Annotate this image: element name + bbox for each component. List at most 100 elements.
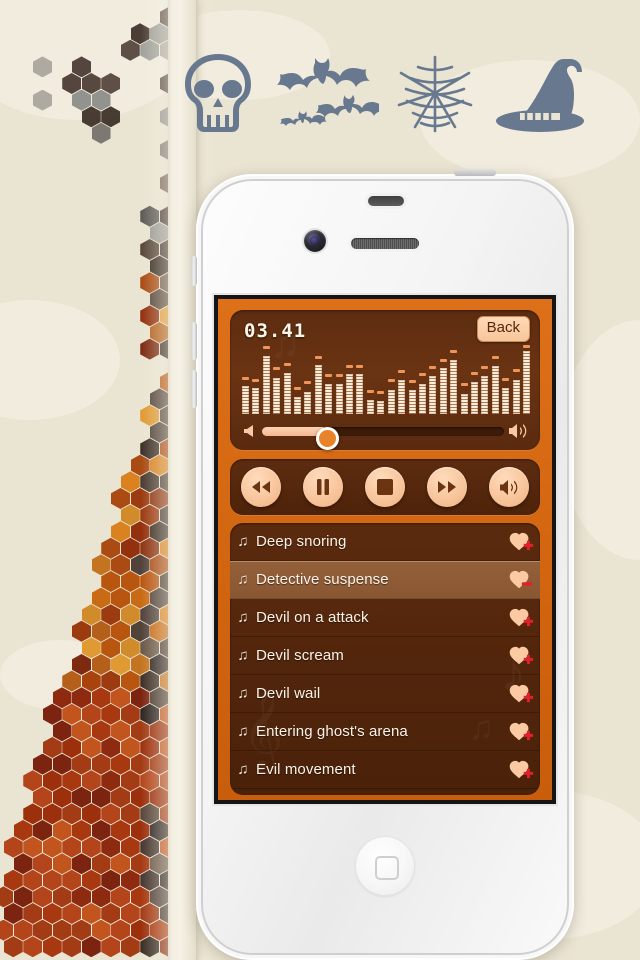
forward-icon [437, 480, 457, 494]
equalizer-bar [460, 348, 468, 414]
equalizer-bar-fill [387, 389, 395, 414]
equalizer-peak-marker [512, 369, 520, 373]
equalizer-peak-marker [429, 366, 437, 370]
slider-track[interactable] [262, 426, 504, 450]
witch-hat-icon [490, 51, 590, 137]
equalizer-peak-marker [408, 379, 416, 383]
volume-slider[interactable] [242, 422, 530, 450]
heart-icon [509, 532, 534, 550]
equalizer-peak-marker [481, 366, 489, 370]
equalizer-peak-marker [273, 367, 281, 371]
volume-up-button[interactable] [191, 322, 197, 360]
equalizer-bar [346, 348, 354, 414]
equalizer-peak-marker [366, 389, 374, 393]
equalizer-bar-fill [242, 386, 249, 414]
pause-button[interactable] [303, 467, 343, 507]
home-square-icon [375, 856, 399, 880]
equalizer-bar-fill [398, 379, 406, 414]
equalizer-bar-fill [450, 359, 458, 414]
equalizer-bar [262, 346, 270, 414]
equalizer-bar-fill [481, 376, 489, 414]
equalizer-peak-marker [460, 383, 468, 387]
equalizer-peak-marker [387, 379, 395, 383]
equalizer-bar-fill [346, 374, 354, 414]
equalizer-bar [366, 348, 374, 414]
rewind-icon [251, 480, 271, 494]
track-row[interactable]: ♫ Entering ghost's arena [230, 713, 540, 751]
equalizer-peak-marker [377, 391, 385, 395]
stop-button[interactable] [365, 467, 405, 507]
equalizer-peak-marker [502, 378, 510, 381]
favorite-add-button[interactable] [500, 720, 540, 744]
equalizer-bar-fill [304, 391, 312, 414]
transport-controls [230, 459, 540, 515]
equalizer-peak-marker [314, 355, 322, 359]
music-note-icon: ♫ [237, 723, 249, 740]
track-title: Devil wail [256, 685, 321, 702]
stop-icon [377, 479, 393, 495]
equalizer-bar [418, 348, 426, 414]
equalizer-bar-fill [512, 379, 520, 414]
equalizer-bar-fill [460, 393, 468, 414]
track-row[interactable]: ♫ Devil scream [230, 637, 540, 675]
equalizer-bar-fill [429, 375, 437, 414]
favorite-add-button[interactable] [500, 758, 540, 782]
favorite-remove-button[interactable] [500, 568, 540, 592]
playback-timer: 03.41 [244, 320, 307, 342]
equalizer-bar [387, 348, 395, 414]
equalizer-bar-fill [356, 374, 364, 414]
heart-icon [509, 684, 534, 702]
favorite-add-button[interactable] [500, 530, 540, 554]
volume-down-button[interactable] [191, 370, 197, 408]
power-button[interactable] [454, 169, 496, 176]
equalizer-bar-fill [502, 388, 510, 414]
halloween-icon-row [180, 38, 590, 150]
track-row[interactable]: ♫ Detective suspense [230, 561, 540, 599]
track-title: Entering ghost's arena [256, 723, 408, 740]
equalizer-bar [502, 348, 510, 414]
phone-screen: ♫ ♪ 03.41 Back [218, 299, 552, 800]
track-title: Deep snoring [256, 533, 347, 550]
track-list[interactable]: 𝄞 ♫ ♪ ♫Deep snoring♫Detective suspense♫D… [230, 523, 540, 795]
music-note-icon: ♫ [237, 685, 249, 702]
slider-knob[interactable] [316, 426, 340, 450]
equalizer-peak-marker [346, 364, 354, 368]
mute-switch[interactable] [191, 256, 197, 286]
rewind-button[interactable] [241, 467, 281, 507]
track-title: Devil on a attack [256, 609, 369, 626]
heart-icon [509, 760, 534, 778]
back-button[interactable]: Back [476, 316, 530, 342]
track-row[interactable]: ♫ Evil movement [230, 751, 540, 789]
equalizer-peak-marker [470, 372, 478, 376]
equalizer-peak-marker [262, 346, 270, 350]
front-camera-icon [304, 230, 326, 252]
equalizer-bar [512, 348, 520, 414]
bats-icon [269, 51, 380, 137]
equalizer-bar [429, 348, 437, 414]
equalizer-bar-fill [408, 390, 416, 414]
track-title: Detective suspense [256, 571, 389, 588]
equalizer-peak-marker [356, 364, 364, 368]
volume-button[interactable] [489, 467, 529, 507]
equalizer-bar-fill [262, 355, 270, 414]
favorite-add-button[interactable] [500, 682, 540, 706]
track-row[interactable]: ♫ Devil on a attack [230, 599, 540, 637]
equalizer-bar [377, 348, 385, 414]
music-note-icon: ♫ [237, 609, 249, 626]
equalizer-bar [252, 348, 260, 414]
equalizer-bar [273, 348, 281, 414]
favorite-add-button[interactable] [500, 606, 540, 630]
music-note-icon: ♫ [237, 533, 249, 550]
equalizer-peak-marker [439, 358, 447, 362]
equalizer-bar-fill [335, 384, 343, 414]
track-row[interactable]: ♫ Deep snoring [230, 523, 540, 561]
forward-button[interactable] [427, 467, 467, 507]
favorite-add-button[interactable] [500, 644, 540, 668]
equalizer-peak-marker [304, 381, 312, 385]
heart-icon [509, 608, 534, 626]
earpiece-speaker-icon [351, 238, 419, 249]
equalizer-bar-fill [491, 365, 499, 414]
equalizer-bar-fill [366, 400, 374, 414]
track-row[interactable]: ♫ Devil wail [230, 675, 540, 713]
home-button[interactable] [355, 836, 415, 896]
